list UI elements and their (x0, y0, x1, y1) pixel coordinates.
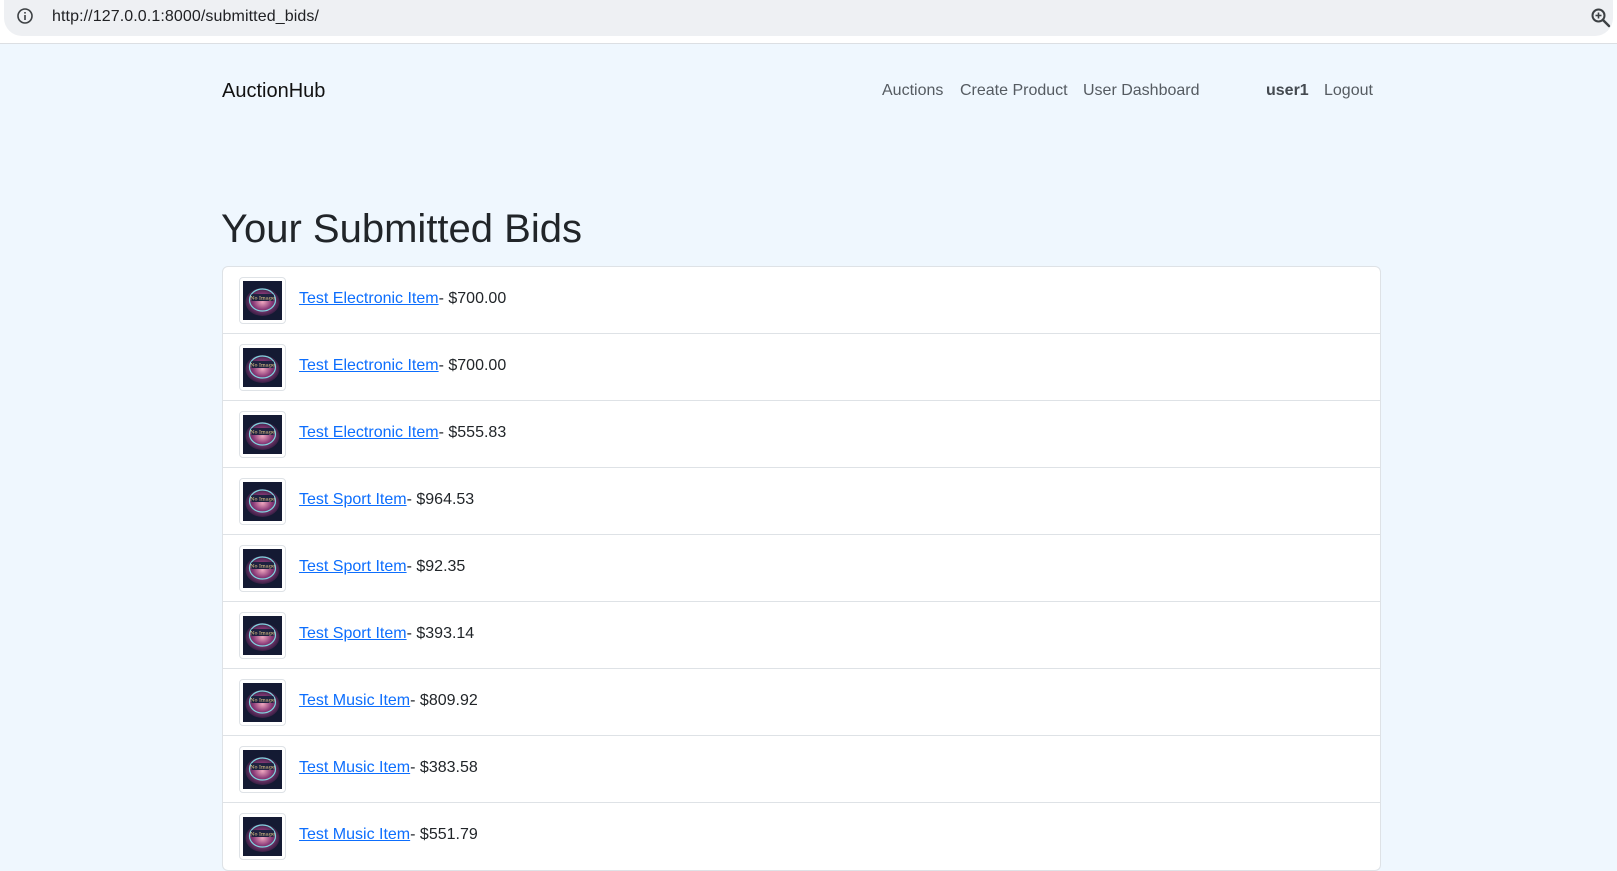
svg-text:No Image: No Image (250, 631, 275, 637)
svg-text:No Image: No Image (250, 698, 275, 704)
bid-list-item: No Image Test Sport Item- $964.53 (223, 468, 1380, 535)
info-icon[interactable] (17, 8, 33, 24)
browser-address-bar: http://127.0.0.1:8000/submitted_bids/ (0, 0, 1617, 44)
bid-list-item: No Image Test Sport Item- $92.35 (223, 535, 1380, 602)
bid-amount: - $92.35 (406, 558, 466, 575)
no-image-placeholder-icon: No Image (239, 545, 286, 592)
bid-amount: - $551.79 (410, 826, 478, 843)
bid-product-link[interactable]: Test Electronic Item (299, 290, 439, 307)
brand-logo[interactable]: AuctionHub (222, 80, 325, 103)
bid-product-link[interactable]: Test Electronic Item (299, 424, 439, 441)
svg-text:No Image: No Image (250, 497, 275, 503)
no-image-placeholder-icon: No Image (239, 813, 286, 860)
no-image-placeholder-icon: No Image (239, 612, 286, 659)
no-image-placeholder-icon: No Image (239, 746, 286, 793)
svg-text:No Image: No Image (250, 564, 275, 570)
bid-list-item: No Image Test Music Item- $383.58 (223, 736, 1380, 803)
svg-text:No Image: No Image (250, 296, 275, 302)
no-image-placeholder-icon: No Image (239, 679, 286, 726)
nav-link-create-product[interactable]: Create Product (960, 82, 1068, 100)
bid-list-item: No Image Test Sport Item- $393.14 (223, 602, 1380, 669)
page-title: Your Submitted Bids (221, 207, 582, 251)
bid-product-link[interactable]: Test Sport Item (299, 558, 407, 575)
bid-list-item: No Image Test Music Item- $809.92 (223, 669, 1380, 736)
address-field[interactable]: http://127.0.0.1:8000/submitted_bids/ (4, 0, 1613, 36)
svg-text:No Image: No Image (250, 765, 275, 771)
no-image-placeholder-icon: No Image (239, 411, 286, 458)
bid-product-link[interactable]: Test Sport Item (299, 625, 407, 642)
nav-link-user-dashboard[interactable]: User Dashboard (1083, 82, 1200, 100)
bid-product-link[interactable]: Test Music Item (299, 826, 410, 843)
bid-product-link[interactable]: Test Electronic Item (299, 357, 439, 374)
bid-product-link[interactable]: Test Sport Item (299, 491, 407, 508)
bid-amount: - $555.83 (438, 424, 507, 441)
bid-amount: - $809.92 (410, 692, 478, 709)
no-image-placeholder-icon: No Image (239, 478, 286, 525)
bid-product-link[interactable]: Test Music Item (299, 759, 410, 776)
bid-list: No Image Test Electronic Item- $700.00 N… (222, 266, 1381, 871)
bid-list-item: No Image Test Music Item- $551.79 (223, 803, 1380, 870)
nav-link-logout[interactable]: Logout (1324, 82, 1373, 100)
bid-amount: - $383.58 (410, 759, 478, 776)
nav-username: user1 (1266, 82, 1309, 99)
navbar: AuctionHub Auctions Create Product User … (0, 44, 1617, 134)
bid-list-item: No Image Test Electronic Item- $700.00 (223, 267, 1380, 334)
bid-list-item: No Image Test Electronic Item- $555.83 (223, 401, 1380, 468)
bid-amount: - $964.53 (406, 491, 475, 508)
bid-amount: - $700.00 (438, 357, 507, 374)
nav-link-auctions[interactable]: Auctions (882, 82, 943, 100)
no-image-placeholder-icon: No Image (239, 344, 286, 391)
zoom-icon[interactable] (1590, 7, 1612, 29)
bid-amount: - $393.14 (406, 625, 475, 642)
bid-list-item: No Image Test Electronic Item- $700.00 (223, 334, 1380, 401)
bid-amount: - $700.00 (438, 290, 507, 307)
svg-text:No Image: No Image (250, 832, 275, 838)
no-image-placeholder-icon: No Image (239, 277, 286, 324)
svg-text:No Image: No Image (250, 430, 275, 436)
url-text[interactable]: http://127.0.0.1:8000/submitted_bids/ (52, 8, 319, 26)
bid-product-link[interactable]: Test Music Item (299, 692, 410, 709)
svg-text:No Image: No Image (250, 363, 275, 369)
